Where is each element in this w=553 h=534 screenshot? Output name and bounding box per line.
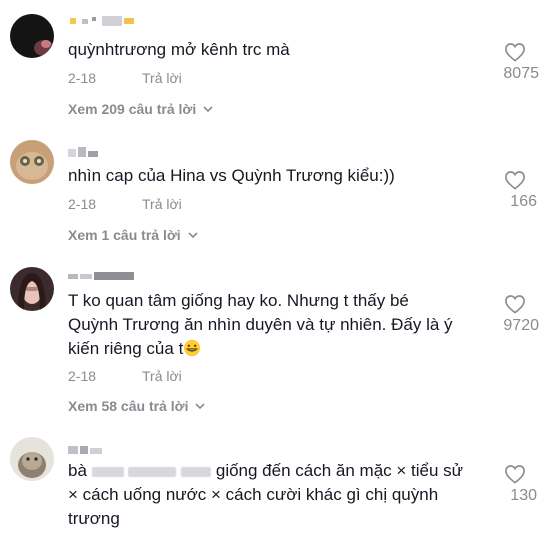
comment-text-middle: giống đến cách ăn mặc × tiểu sử [215,461,464,480]
comment-text-line: T ko quan tâm giống hay ko. Nhưng t thấy… [68,291,409,310]
reply-button[interactable]: Trả lời [142,70,182,86]
comment-date: 2-18 [68,368,97,384]
username[interactable] [68,146,108,160]
like-count: 9720 [503,317,539,334]
like-count: 166 [510,193,537,210]
redacted-text [91,466,124,477]
redacted-text [128,466,177,477]
like-count: 8075 [503,65,539,82]
avatar[interactable] [10,14,54,58]
like-group: 130 [493,464,537,504]
heart-outline-icon[interactable] [504,464,526,484]
comment-text-line: bà giống đến cách ăn mặc × tiểu sử [68,459,488,483]
like-count: 130 [510,487,537,504]
comment-item: nhìn cap của Hina vs Quỳnh Trương kiểu:)… [0,130,553,260]
heart-outline-icon[interactable] [504,42,526,62]
chevron-down-icon [203,106,213,113]
comment-meta: 2-18 Trả lời [68,368,182,384]
comment-item: quỳnhtrương mở kênh trc mà 2-18 Trả lời … [0,0,553,130]
view-replies-button[interactable]: Xem 209 câu trả lời [68,101,214,117]
comment-text-end: kiến riêng của t [68,339,184,358]
comment-text: quỳnhtrương mở kênh trc mà [68,40,290,59]
view-replies-button[interactable]: Xem 58 câu trả lời [68,398,206,414]
grinning-face-emoji [184,339,201,357]
comment-text-line: Quỳnh Trương ăn nhìn duyên và tự nhiên. … [68,315,453,334]
avatar[interactable] [10,267,54,311]
comment-text: nhìn cap của Hina vs Quỳnh Trương kiểu:)… [68,166,395,185]
reply-button[interactable]: Trả lời [142,368,182,384]
comment-date: 2-18 [68,70,97,86]
comment-item: T ko quan tâm giống hay ko. Nhưng t thấy… [0,260,553,430]
username[interactable] [68,14,148,28]
comment-item: bà giống đến cách ăn mặc × tiểu sử × các… [0,430,553,534]
comment-text-start: bà [68,461,87,480]
username[interactable] [68,443,108,457]
like-group: 8075 [493,42,539,82]
avatar[interactable] [10,140,54,184]
comment-meta: 2-18 Trả lời [68,70,182,86]
comment-meta: 2-18 Trả lời [68,196,182,212]
avatar[interactable] [10,437,54,481]
view-replies-label: Xem 209 câu trả lời [68,101,197,117]
comment-text-line: kiến riêng của t [68,337,488,361]
like-group: 166 [493,170,537,210]
comment-text-line: trương [68,509,120,528]
heart-outline-icon[interactable] [504,170,526,190]
username[interactable] [68,269,138,283]
comment-date: 2-18 [68,196,97,212]
comment-text: bà giống đến cách ăn mặc × tiểu sử × các… [68,459,488,531]
like-group: 9720 [493,294,539,334]
comment-text: T ko quan tâm giống hay ko. Nhưng t thấy… [68,289,488,361]
view-replies-label: Xem 58 câu trả lời [68,398,189,414]
view-replies-button[interactable]: Xem 1 câu trả lời [68,227,199,243]
chevron-down-icon [188,232,198,239]
redacted-text [181,466,212,477]
chevron-down-icon [195,403,206,410]
reply-button[interactable]: Trả lời [142,196,182,212]
heart-outline-icon[interactable] [504,294,526,314]
comment-text-line: × cách uống nước × cách cười khác gì chị… [68,485,439,504]
view-replies-label: Xem 1 câu trả lời [68,227,181,243]
